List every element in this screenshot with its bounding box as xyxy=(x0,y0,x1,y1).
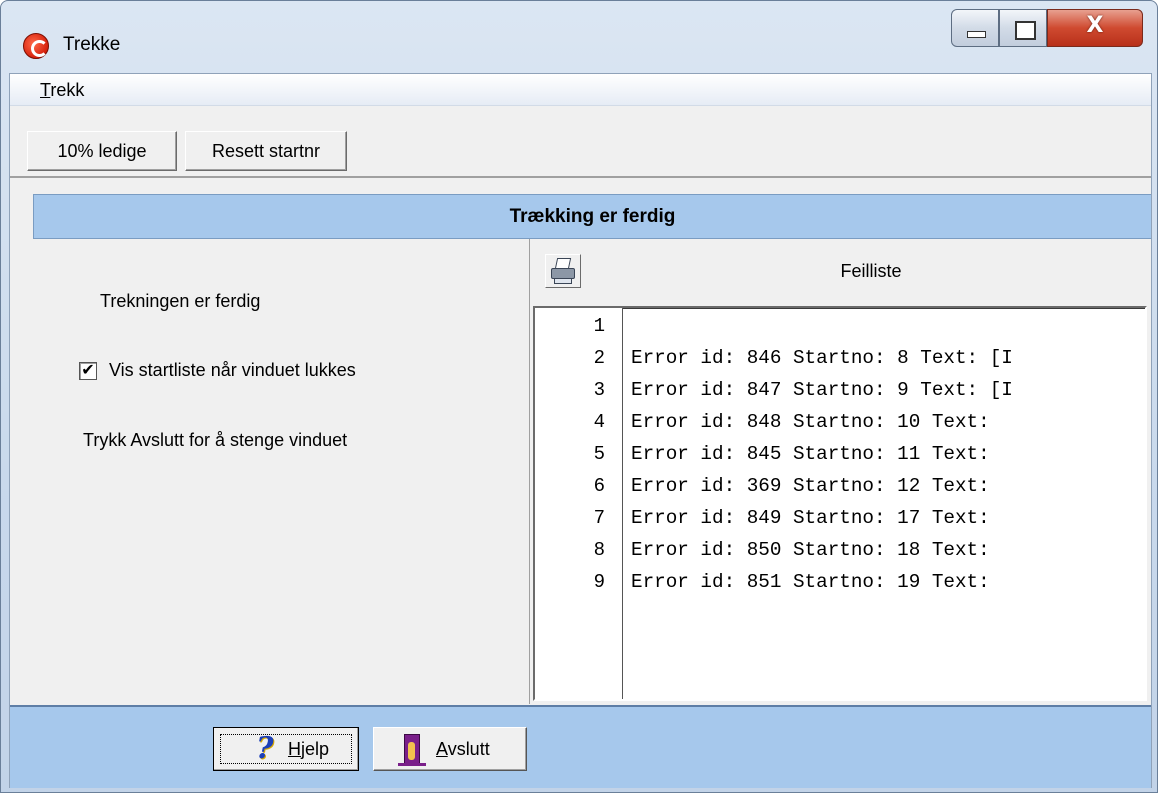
status-banner: Trækking er ferdig xyxy=(33,194,1151,239)
hint-text: Trykk Avslutt for å stenge vinduet xyxy=(83,430,348,450)
toolbar: 10% ledige Resett startnr xyxy=(10,106,1151,178)
error-line: Error id: 848 Startno: 10 Text: xyxy=(631,411,990,433)
right-pane: Feilliste 1 2 3 4 5 6 7 8 9 Error id: 84 xyxy=(531,239,1151,704)
help-button[interactable]: ? Hjelp xyxy=(213,727,359,771)
show-startlist-label[interactable]: Vis startliste når vinduet lukkes xyxy=(109,360,356,381)
error-line: Error id: 850 Startno: 18 Text: xyxy=(631,539,990,561)
app-logo-icon[interactable] xyxy=(23,33,49,59)
exit-label-rest: vslutt xyxy=(447,739,490,759)
line-number: 2 xyxy=(593,347,605,369)
error-list-editor[interactable]: 1 2 3 4 5 6 7 8 9 Error id: 846 Startno:… xyxy=(533,306,1147,701)
line-number: 7 xyxy=(593,507,605,529)
line-number: 6 xyxy=(593,475,605,497)
error-line: Error id: 846 Startno: 8 Text: [I xyxy=(631,347,1013,369)
line-number: 8 xyxy=(593,539,605,561)
close-button[interactable]: X xyxy=(1047,9,1143,47)
left-pane: Trekningen er ferdig ✔ Vis startliste nå… xyxy=(33,239,530,704)
error-list-title: Feilliste xyxy=(840,261,902,281)
error-line: Error id: 845 Startno: 11 Text: xyxy=(631,443,990,465)
footer-bar: ? Hjelp Avslutt xyxy=(10,705,1151,788)
error-line: Error id: 847 Startno: 9 Text: [I xyxy=(631,379,1013,401)
status-text: Trekningen er ferdig xyxy=(100,291,261,311)
ten-percent-free-button[interactable]: 10% ledige xyxy=(27,131,177,171)
close-icon: X xyxy=(1086,13,1104,38)
exit-label: Avslutt xyxy=(436,739,490,760)
window-title: Trekke xyxy=(63,34,121,55)
app-window: Trekke X Trekk 10% ledige Resett startnr… xyxy=(0,0,1158,793)
minimize-button[interactable] xyxy=(951,9,999,47)
error-line: Error id: 369 Startno: 12 Text: xyxy=(631,475,990,497)
client-area: Trekk 10% ledige Resett startnr Trækking… xyxy=(9,73,1152,788)
error-line: Error id: 849 Startno: 17 Text: xyxy=(631,507,990,529)
reset-startno-button[interactable]: Resett startnr xyxy=(185,131,347,171)
help-label-rest: jelp xyxy=(301,739,330,759)
exit-button[interactable]: Avslutt xyxy=(373,727,527,771)
help-label: Hjelp xyxy=(288,739,329,760)
show-startlist-checkbox[interactable]: ✔ xyxy=(79,362,97,380)
line-number: 5 xyxy=(593,443,605,465)
line-number: 3 xyxy=(593,379,605,401)
focus-rect xyxy=(220,734,352,764)
main-panel: Trækking er ferdig Trekningen er ferdig … xyxy=(33,194,1151,704)
help-icon: ? xyxy=(256,731,274,766)
menu-trekk-label: rekk xyxy=(50,80,85,100)
line-number: 1 xyxy=(593,315,605,337)
error-line: Error id: 851 Startno: 19 Text: xyxy=(631,571,990,593)
line-number-gutter: 1 2 3 4 5 6 7 8 9 xyxy=(535,308,623,699)
help-hotkey: H xyxy=(288,739,301,759)
exit-hotkey: A xyxy=(436,739,448,759)
exit-door-icon xyxy=(398,734,426,766)
menu-trekk[interactable]: Trekk xyxy=(40,80,84,101)
print-button[interactable] xyxy=(545,254,581,288)
line-number: 9 xyxy=(593,571,605,593)
line-number: 4 xyxy=(593,411,605,433)
maximize-button[interactable] xyxy=(999,9,1047,47)
menu-bar: Trekk xyxy=(10,74,1151,106)
title-bar[interactable]: Trekke X xyxy=(1,1,1157,73)
menu-trekk-hotkey: T xyxy=(40,80,51,100)
